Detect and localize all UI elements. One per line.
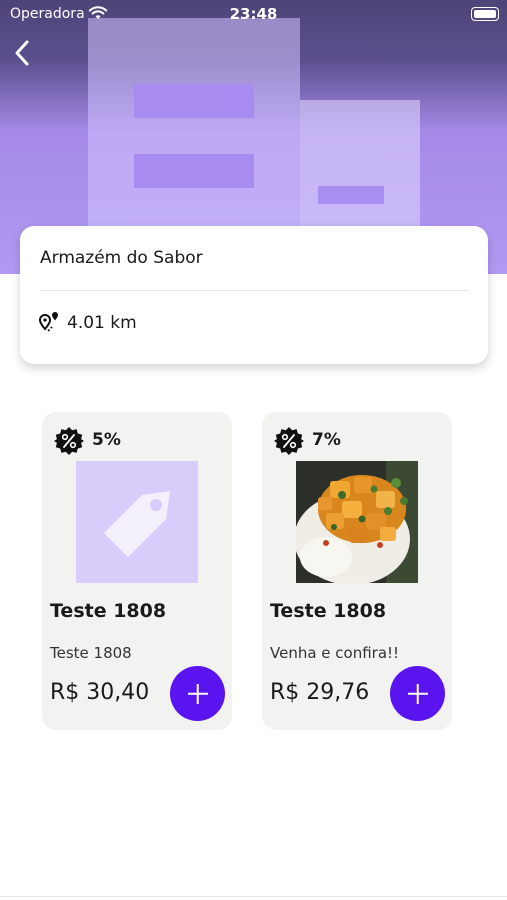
discount-label: 7% bbox=[312, 430, 341, 450]
banner-shape bbox=[318, 186, 384, 204]
add-to-cart-button[interactable] bbox=[170, 666, 225, 721]
battery-icon bbox=[471, 7, 499, 21]
banner-shape bbox=[134, 84, 254, 118]
discount-badge-icon bbox=[54, 427, 84, 455]
tag-icon bbox=[104, 491, 170, 557]
product-description: Venha e confira!! bbox=[270, 644, 400, 662]
banner-shape bbox=[134, 154, 254, 188]
store-info-card: Armazém do Sabor 4.01 km bbox=[20, 226, 488, 364]
add-to-cart-button[interactable] bbox=[390, 666, 445, 721]
product-title: Teste 1808 bbox=[50, 600, 167, 622]
discount-badge-icon bbox=[274, 427, 304, 455]
food-photo-image bbox=[296, 461, 418, 583]
store-name: Armazém do Sabor bbox=[40, 248, 203, 268]
product-description: Teste 1808 bbox=[50, 644, 132, 662]
product-title: Teste 1808 bbox=[270, 600, 387, 622]
status-bar: Operadora 23:48 bbox=[0, 0, 507, 30]
divider bbox=[40, 290, 468, 291]
product-photo bbox=[296, 461, 418, 583]
divider bbox=[0, 896, 507, 897]
back-arrow-icon[interactable] bbox=[8, 36, 38, 70]
discount-label: 5% bbox=[92, 430, 121, 450]
store-distance: 4.01 km bbox=[67, 313, 137, 333]
location-pin-icon bbox=[38, 312, 58, 332]
status-time: 23:48 bbox=[229, 5, 278, 23]
product-image-placeholder bbox=[76, 461, 198, 583]
product-price: R$ 30,40 bbox=[50, 680, 150, 705]
product-price: R$ 29,76 bbox=[270, 680, 370, 705]
product-card[interactable]: 7% Teste 1808 Venha e confira!! R$ 29,76 bbox=[262, 412, 452, 730]
product-card[interactable]: 5% Teste 1808 Teste 1808 R$ 30,40 bbox=[42, 412, 232, 730]
